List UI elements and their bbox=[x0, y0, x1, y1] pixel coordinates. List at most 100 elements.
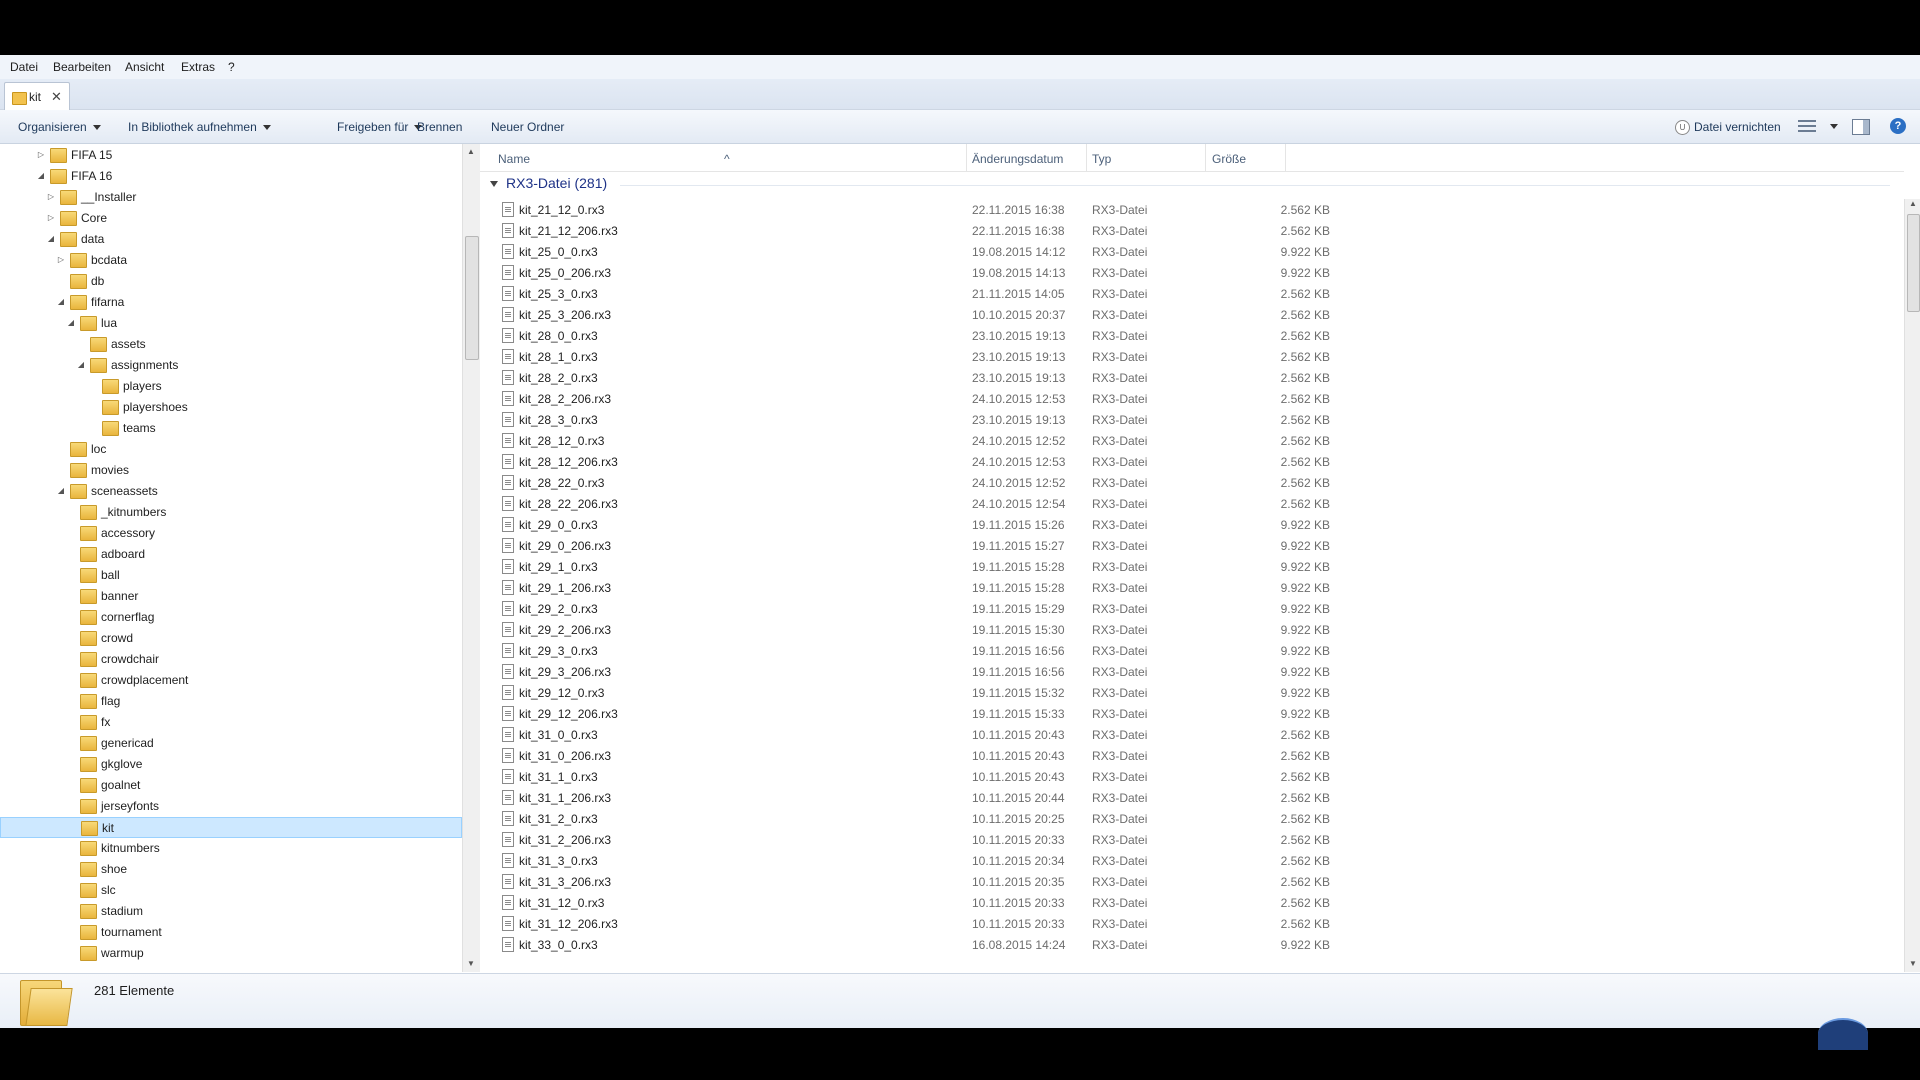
tree-item[interactable]: kit bbox=[0, 817, 462, 838]
tree-item[interactable]: movies bbox=[0, 460, 462, 480]
help-icon[interactable]: ? bbox=[1890, 118, 1906, 134]
file-row[interactable]: kit_29_2_206.rx3 19.11.2015 15:30 RX3-Date… bbox=[480, 619, 1904, 640]
expanded-arrow-icon[interactable]: ◢ bbox=[76, 360, 86, 370]
file-row[interactable]: kit_31_12_0.rx3 10.11.2015 20:33 RX3-Datei… bbox=[480, 892, 1904, 913]
tree-item[interactable]: gkglove bbox=[0, 754, 462, 774]
file-row[interactable]: kit_25_3_0.rx3 21.11.2015 14:05 RX3-Datei 2… bbox=[480, 283, 1904, 304]
file-row[interactable]: kit_25_0_0.rx3 19.08.2015 14:12 RX3-Datei 9… bbox=[480, 241, 1904, 262]
file-row[interactable]: kit_21_12_206.rx3 22.11.2015 16:38 RX3-Dat… bbox=[480, 220, 1904, 241]
view-options-icon[interactable] bbox=[1798, 119, 1816, 133]
tab-kit[interactable]: kit ✕ bbox=[4, 82, 70, 111]
menu-ansicht[interactable]: Ansicht bbox=[125, 60, 164, 74]
tree-item[interactable]: ◢ fifarna bbox=[0, 292, 462, 312]
column-type[interactable]: Typ bbox=[1092, 152, 1111, 166]
file-row[interactable]: kit_28_0_0.rx3 23.10.2015 19:13 RX3-Datei 2… bbox=[480, 325, 1904, 346]
tree-item[interactable]: crowdplacement bbox=[0, 670, 462, 690]
tree-item[interactable]: ◢ FIFA 16 bbox=[0, 166, 462, 186]
tree-item[interactable]: crowd bbox=[0, 628, 462, 648]
tree-item[interactable]: crowdchair bbox=[0, 649, 462, 669]
file-row[interactable]: kit_21_12_0.rx3 22.11.2015 16:38 RX3-Datei… bbox=[480, 199, 1904, 220]
file-row[interactable]: kit_28_2_0.rx3 23.10.2015 19:13 RX3-Datei 2… bbox=[480, 367, 1904, 388]
file-row[interactable]: kit_33_0_0.rx3 16.08.2015 14:24 RX3-Datei 9… bbox=[480, 934, 1904, 955]
file-row[interactable]: kit_29_1_206.rx3 19.11.2015 15:28 RX3-Date… bbox=[480, 577, 1904, 598]
organize-button[interactable]: Organisieren bbox=[18, 120, 101, 134]
expanded-arrow-icon[interactable]: ◢ bbox=[56, 486, 66, 496]
tree-item[interactable]: stadium bbox=[0, 901, 462, 921]
file-row[interactable]: kit_31_3_206.rx3 10.11.2015 20:35 RX3-Date… bbox=[480, 871, 1904, 892]
tree-item[interactable]: shoe bbox=[0, 859, 462, 879]
burn-button[interactable]: Brennen bbox=[417, 120, 462, 134]
close-icon[interactable]: ✕ bbox=[51, 89, 62, 105]
group-header[interactable]: RX3-Datei (281) bbox=[490, 175, 607, 191]
preview-pane-icon[interactable] bbox=[1852, 119, 1870, 135]
file-row[interactable]: kit_28_12_206.rx3 24.10.2015 12:53 RX3-Dat… bbox=[480, 451, 1904, 472]
scroll-down-arrow-icon[interactable]: ▼ bbox=[467, 959, 475, 968]
library-button[interactable]: In Bibliothek aufnehmen bbox=[128, 120, 271, 134]
tree-item[interactable]: kitnumbers bbox=[0, 838, 462, 858]
file-row[interactable]: kit_31_1_206.rx3 10.11.2015 20:44 RX3-Date… bbox=[480, 787, 1904, 808]
tree-item[interactable]: loc bbox=[0, 439, 462, 459]
file-row[interactable]: kit_28_2_206.rx3 24.10.2015 12:53 RX3-Date… bbox=[480, 388, 1904, 409]
view-dropdown[interactable] bbox=[1824, 119, 1838, 133]
column-size[interactable]: Größe bbox=[1212, 152, 1246, 166]
tree-item[interactable]: tournament bbox=[0, 922, 462, 942]
tree-item[interactable]: jerseyfonts bbox=[0, 796, 462, 816]
tree-item[interactable]: ▷ Core bbox=[0, 208, 462, 228]
file-row[interactable]: kit_28_12_0.rx3 24.10.2015 12:52 RX3-Datei… bbox=[480, 430, 1904, 451]
tree-item[interactable]: warmup bbox=[0, 943, 462, 963]
tree-item[interactable]: playershoes bbox=[0, 397, 462, 417]
content-scrollbar[interactable]: ▲ ▼ bbox=[1904, 199, 1920, 972]
file-row[interactable]: kit_29_0_206.rx3 19.11.2015 15:27 RX3-Date… bbox=[480, 535, 1904, 556]
file-row[interactable]: kit_29_2_0.rx3 19.11.2015 15:29 RX3-Datei 9… bbox=[480, 598, 1904, 619]
column-divider[interactable] bbox=[966, 144, 967, 171]
file-row[interactable]: kit_31_2_0.rx3 10.11.2015 20:25 RX3-Datei 2… bbox=[480, 808, 1904, 829]
collapsed-arrow-icon[interactable]: ▷ bbox=[46, 192, 56, 202]
expanded-arrow-icon[interactable]: ◢ bbox=[56, 297, 66, 307]
tree-item[interactable]: accessory bbox=[0, 523, 462, 543]
tree-item[interactable]: ◢ sceneassets bbox=[0, 481, 462, 501]
file-row[interactable]: kit_29_3_0.rx3 19.11.2015 16:56 RX3-Datei 9… bbox=[480, 640, 1904, 661]
tree-item[interactable]: flag bbox=[0, 691, 462, 711]
menu-bearbeiten[interactable]: Bearbeiten bbox=[53, 60, 111, 74]
menu-help[interactable]: ? bbox=[228, 60, 235, 74]
file-row[interactable]: kit_28_3_0.rx3 23.10.2015 19:13 RX3-Datei 2… bbox=[480, 409, 1904, 430]
collapsed-arrow-icon[interactable]: ▷ bbox=[36, 150, 46, 160]
tree-item[interactable]: adboard bbox=[0, 544, 462, 564]
column-divider[interactable] bbox=[1086, 144, 1087, 171]
file-row[interactable]: kit_28_22_206.rx3 24.10.2015 12:54 RX3-Dat… bbox=[480, 493, 1904, 514]
column-date[interactable]: Änderungsdatum bbox=[972, 152, 1063, 166]
file-row[interactable]: kit_29_1_0.rx3 19.11.2015 15:28 RX3-Datei 9… bbox=[480, 556, 1904, 577]
content-scroll-thumb[interactable] bbox=[1907, 214, 1920, 312]
nav-scrollbar[interactable]: ▲ ▼ bbox=[462, 144, 480, 972]
file-row[interactable]: kit_28_1_0.rx3 23.10.2015 19:13 RX3-Datei 2… bbox=[480, 346, 1904, 367]
file-row[interactable]: kit_31_12_206.rx3 10.11.2015 20:33 RX3-Dat… bbox=[480, 913, 1904, 934]
file-row[interactable]: kit_25_0_206.rx3 19.08.2015 14:13 RX3-Date… bbox=[480, 262, 1904, 283]
file-row[interactable]: kit_31_2_206.rx3 10.11.2015 20:33 RX3-Date… bbox=[480, 829, 1904, 850]
tree-item[interactable]: genericad bbox=[0, 733, 462, 753]
tree-item[interactable]: banner bbox=[0, 586, 462, 606]
column-divider[interactable] bbox=[1205, 144, 1206, 171]
menu-datei[interactable]: Datei bbox=[10, 60, 38, 74]
scroll-down-arrow-icon[interactable]: ▼ bbox=[1909, 959, 1917, 968]
tree-item[interactable]: ▷ bcdata bbox=[0, 250, 462, 270]
file-row[interactable]: kit_29_3_206.rx3 19.11.2015 16:56 RX3-Date… bbox=[480, 661, 1904, 682]
tree-item[interactable]: teams bbox=[0, 418, 462, 438]
tree-item[interactable]: db bbox=[0, 271, 462, 291]
tree-item[interactable]: fx bbox=[0, 712, 462, 732]
tree-item[interactable]: goalnet bbox=[0, 775, 462, 795]
tree-item[interactable]: players bbox=[0, 376, 462, 396]
file-row[interactable]: kit_31_0_206.rx3 10.11.2015 20:43 RX3-Date… bbox=[480, 745, 1904, 766]
tree-item[interactable]: ▷ __Installer bbox=[0, 187, 462, 207]
tree-item[interactable]: assets bbox=[0, 334, 462, 354]
scroll-up-arrow-icon[interactable]: ▲ bbox=[1909, 199, 1917, 208]
menu-extras[interactable]: Extras bbox=[181, 60, 215, 74]
file-row[interactable]: kit_29_0_0.rx3 19.11.2015 15:26 RX3-Datei 9… bbox=[480, 514, 1904, 535]
expanded-arrow-icon[interactable]: ◢ bbox=[66, 318, 76, 328]
scroll-up-arrow-icon[interactable]: ▲ bbox=[467, 147, 475, 156]
start-orb-icon[interactable] bbox=[1818, 1018, 1868, 1050]
collapsed-arrow-icon[interactable]: ▷ bbox=[56, 255, 66, 265]
nav-scroll-thumb[interactable] bbox=[465, 236, 479, 360]
file-row[interactable]: kit_29_12_0.rx3 19.11.2015 15:32 RX3-Datei… bbox=[480, 682, 1904, 703]
expanded-arrow-icon[interactable]: ◢ bbox=[36, 171, 46, 181]
tree-item[interactable]: _kitnumbers bbox=[0, 502, 462, 522]
